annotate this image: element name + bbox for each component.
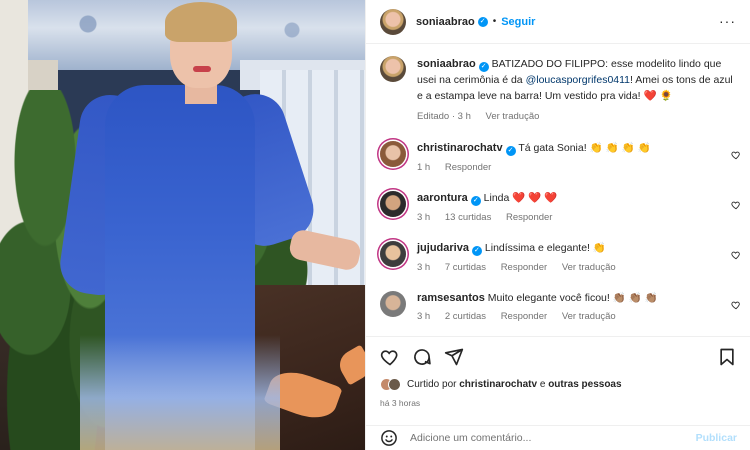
comment-like-heart-icon[interactable] [731, 200, 741, 210]
comment-emoji: ❤️ ❤️ ❤️ [512, 192, 558, 204]
comment-translate-link[interactable]: Ver tradução [562, 311, 616, 322]
comment-text: Lindíssima e elegante! [484, 242, 590, 254]
comment-avatar[interactable] [380, 291, 406, 317]
post-side-panel: soniaabrao ✓ • Seguir ··· soniaabrao ✓ BA… [365, 0, 750, 450]
comment-text: Linda [483, 192, 510, 204]
caption-translate-link[interactable]: Ver tradução [486, 111, 540, 122]
comment-username[interactable]: christinarochatv [417, 142, 503, 154]
comment-meta: 3 h 13 curtidas Responder [417, 211, 717, 225]
comment-text: Muito elegante você ficou! [487, 292, 610, 304]
caption-emoji: ❤️ 🌻 [643, 90, 673, 102]
verified-icon: ✓ [470, 196, 481, 206]
comment-item: ramsesantos Muito elegante você ficou! 👏… [366, 291, 750, 324]
follow-button[interactable]: Seguir [501, 16, 535, 28]
comment-emoji: 👏 [592, 242, 606, 254]
comment-like-heart-icon[interactable] [731, 150, 741, 160]
comment-time: 3 h [417, 311, 431, 322]
comment-input[interactable]: Adicione um comentário... [410, 432, 696, 444]
more-horizontal-icon[interactable]: ··· [719, 14, 736, 28]
verified-icon: ✓ [471, 246, 482, 256]
comment-likes[interactable]: 13 curtidas [445, 212, 491, 223]
comment-username[interactable]: jujudariva [417, 242, 469, 254]
comment-likes[interactable]: 2 curtidas [445, 311, 486, 322]
comment-time: 1 h [417, 162, 431, 173]
comment-emoji: 👏 👏 👏 👏 [589, 142, 651, 154]
save-bookmark-icon[interactable] [717, 347, 737, 367]
post-dialog: soniaabrao ✓ • Seguir ··· soniaabrao ✓ BA… [0, 0, 750, 450]
comment-body: ramsesantos Muito elegante você ficou! 👏… [417, 291, 717, 324]
comment-reply-button[interactable]: Responder [506, 212, 552, 223]
caption-edited-time: Editado · 3 h [417, 111, 471, 122]
photo-hair [165, 2, 237, 42]
comment-body: christinarochatv ✓ Tá gata Sonia! 👏 👏 👏 👏… [417, 141, 717, 175]
comment-avatar[interactable] [380, 241, 406, 267]
photo-lips [193, 66, 211, 72]
comment-like-heart-icon[interactable] [731, 300, 741, 310]
comment-bubble-icon[interactable] [412, 347, 432, 367]
share-paper-plane-icon[interactable] [444, 347, 464, 367]
comment-item: aarontura ✓ Linda ❤️ ❤️ ❤️ 3 h 13 curtida… [366, 191, 750, 225]
comment-avatar[interactable] [380, 191, 406, 217]
comment-likes[interactable]: 7 curtidas [445, 262, 486, 273]
header-separator: • [492, 16, 497, 27]
post-time-ago: há 3 horas [380, 398, 421, 408]
comment-like-heart-icon[interactable] [731, 250, 741, 260]
verified-icon: ✓ [477, 16, 488, 27]
photo-dress-hem [80, 335, 280, 450]
author-line: soniaabrao ✓ • Seguir [416, 16, 535, 28]
comment-meta: 3 h 2 curtidas Responder Ver tradução [417, 310, 717, 324]
publish-button[interactable]: Publicar [696, 432, 737, 444]
liked-by-row: Curtido por christinarochatv e outras pe… [380, 378, 622, 391]
caption-username[interactable]: soniaabrao [417, 58, 476, 70]
liker-avatar [388, 378, 401, 391]
liked-by-prefix: Curtido por [407, 379, 460, 390]
caption-avatar[interactable] [380, 56, 406, 82]
liked-by-text: Curtido por christinarochatv e outras pe… [407, 379, 622, 390]
photo-blue-dress [50, 85, 322, 450]
post-photo[interactable] [0, 0, 365, 450]
comment-time: 3 h [417, 262, 431, 273]
liked-by-user[interactable]: christinarochatv [459, 379, 537, 390]
comment-reply-button[interactable]: Responder [445, 162, 491, 173]
liked-by-middle: e [537, 379, 549, 390]
liked-by-others[interactable]: outras pessoas [548, 379, 621, 390]
comment-reply-button[interactable]: Responder [501, 311, 547, 322]
comment-meta: 1 h Responder [417, 161, 717, 175]
comment-composer: Adicione um comentário... Publicar [366, 425, 750, 450]
post-action-bar [366, 336, 750, 376]
comments-list[interactable]: soniaabrao ✓ BATIZADO DO FILIPPO: esse mo… [366, 44, 750, 332]
post-caption: soniaabrao ✓ BATIZADO DO FILIPPO: esse mo… [366, 44, 750, 125]
comment-reply-button[interactable]: Responder [501, 262, 547, 273]
verified-icon: ✓ [478, 62, 489, 72]
verified-icon: ✓ [505, 146, 516, 156]
comment-body: jujudariva ✓ Lindíssima e elegante! 👏 3 h… [417, 241, 717, 275]
comment-meta: 3 h 7 curtidas Responder Ver tradução [417, 261, 717, 275]
comment-item: jujudariva ✓ Lindíssima e elegante! 👏 3 h… [366, 241, 750, 275]
comment-body: aarontura ✓ Linda ❤️ ❤️ ❤️ 3 h 13 curtida… [417, 191, 717, 225]
caption-mention-link[interactable]: @loucasporgrifes0411 [526, 74, 630, 86]
comment-time: 3 h [417, 212, 431, 223]
caption-body: soniaabrao ✓ BATIZADO DO FILIPPO: esse mo… [417, 56, 737, 125]
comment-text: Tá gata Sonia! [518, 142, 587, 154]
comment-username[interactable]: ramsesantos [417, 292, 485, 304]
author-username[interactable]: soniaabrao [416, 16, 475, 28]
comment-username[interactable]: aarontura [417, 192, 468, 204]
caption-meta: Editado · 3 h Ver tradução [417, 109, 737, 125]
comment-translate-link[interactable]: Ver tradução [562, 262, 616, 273]
comment-emoji: 👏🏽 👏🏽 👏🏽 [612, 292, 658, 304]
comment-avatar[interactable] [380, 141, 406, 167]
emoji-smiley-icon[interactable] [380, 429, 398, 447]
comment-item: christinarochatv ✓ Tá gata Sonia! 👏 👏 👏 👏… [366, 141, 750, 175]
post-header: soniaabrao ✓ • Seguir ··· [366, 0, 750, 44]
like-heart-icon[interactable] [380, 347, 400, 367]
author-avatar[interactable] [380, 8, 406, 35]
